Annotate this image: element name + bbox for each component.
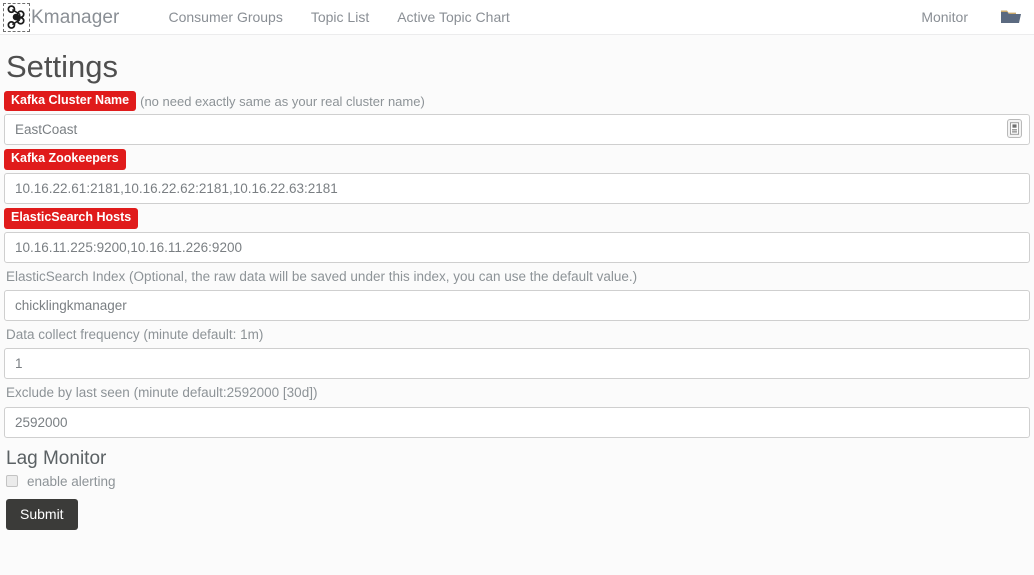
brand-label: Kmanager	[31, 6, 120, 28]
input-row	[4, 348, 1030, 380]
field-data-collect-frequency: Data collect frequency (minute default: …	[4, 325, 1030, 380]
enable-alerting-checkbox[interactable]	[6, 475, 18, 488]
navbar-right: Monitor	[907, 8, 1034, 26]
input-row	[4, 114, 1030, 146]
nav-link-consumer-groups[interactable]: Consumer Groups	[154, 9, 296, 25]
folder-icon[interactable]	[1000, 8, 1022, 26]
brand[interactable]: Kmanager	[3, 2, 120, 32]
field-label: Exclude by last seen (minute default:259…	[6, 385, 318, 401]
kafka-zookeepers-input[interactable]	[4, 173, 1030, 205]
field-kafka-zookeepers: Kafka Zookeepers	[4, 149, 1030, 205]
nav-links: Consumer Groups Topic List Active Topic …	[154, 9, 523, 25]
nav-link-topic-list[interactable]: Topic List	[297, 9, 383, 25]
input-row	[4, 173, 1030, 205]
enable-alerting-label: enable alerting	[27, 473, 116, 489]
field-exclude-by-last-seen: Exclude by last seen (minute default:259…	[4, 383, 1030, 438]
kafka-cluster-name-input[interactable]	[4, 114, 1030, 146]
field-label: ElasticSearch Index (Optional, the raw d…	[6, 268, 638, 284]
nav-link-active-topic-chart[interactable]: Active Topic Chart	[383, 9, 524, 25]
field-label-badge: ElasticSearch Hosts	[4, 208, 139, 229]
field-hint: (no need exactly same as your real clust…	[140, 93, 425, 109]
field-label-badge: Kafka Zookeepers	[4, 149, 126, 171]
exclude-by-last-seen-input[interactable]	[4, 406, 1030, 438]
submit-button[interactable]: Submit	[6, 498, 78, 530]
elasticsearch-index-input[interactable]	[4, 290, 1030, 322]
input-row	[4, 290, 1030, 322]
id-card-autofill-icon[interactable]	[1007, 119, 1022, 139]
field-elasticsearch-index: ElasticSearch Index (Optional, the raw d…	[4, 267, 1030, 322]
input-row	[4, 231, 1030, 263]
kafka-node-graph-icon	[3, 2, 30, 32]
field-elasticsearch-hosts: ElasticSearch Hosts	[4, 208, 1030, 263]
field-label: Data collect frequency (minute default: …	[6, 327, 264, 343]
enable-alerting-row[interactable]: enable alerting	[6, 474, 1030, 489]
nav-link-monitor[interactable]: Monitor	[907, 9, 982, 25]
data-collect-frequency-input[interactable]	[4, 348, 1030, 380]
elasticsearch-hosts-input[interactable]	[4, 231, 1030, 263]
lag-monitor-title: Lag Monitor	[6, 447, 107, 469]
field-label-badge: Kafka Cluster Name	[4, 90, 137, 112]
field-kafka-cluster-name: Kafka Cluster Name (no need exactly same …	[4, 90, 1030, 146]
input-row	[4, 406, 1030, 438]
settings-page: Settings Kafka Cluster Name (no need exac…	[0, 49, 1034, 530]
top-navbar: Kmanager Consumer Groups Topic List Acti…	[0, 0, 1034, 35]
page-title: Settings	[6, 49, 119, 84]
